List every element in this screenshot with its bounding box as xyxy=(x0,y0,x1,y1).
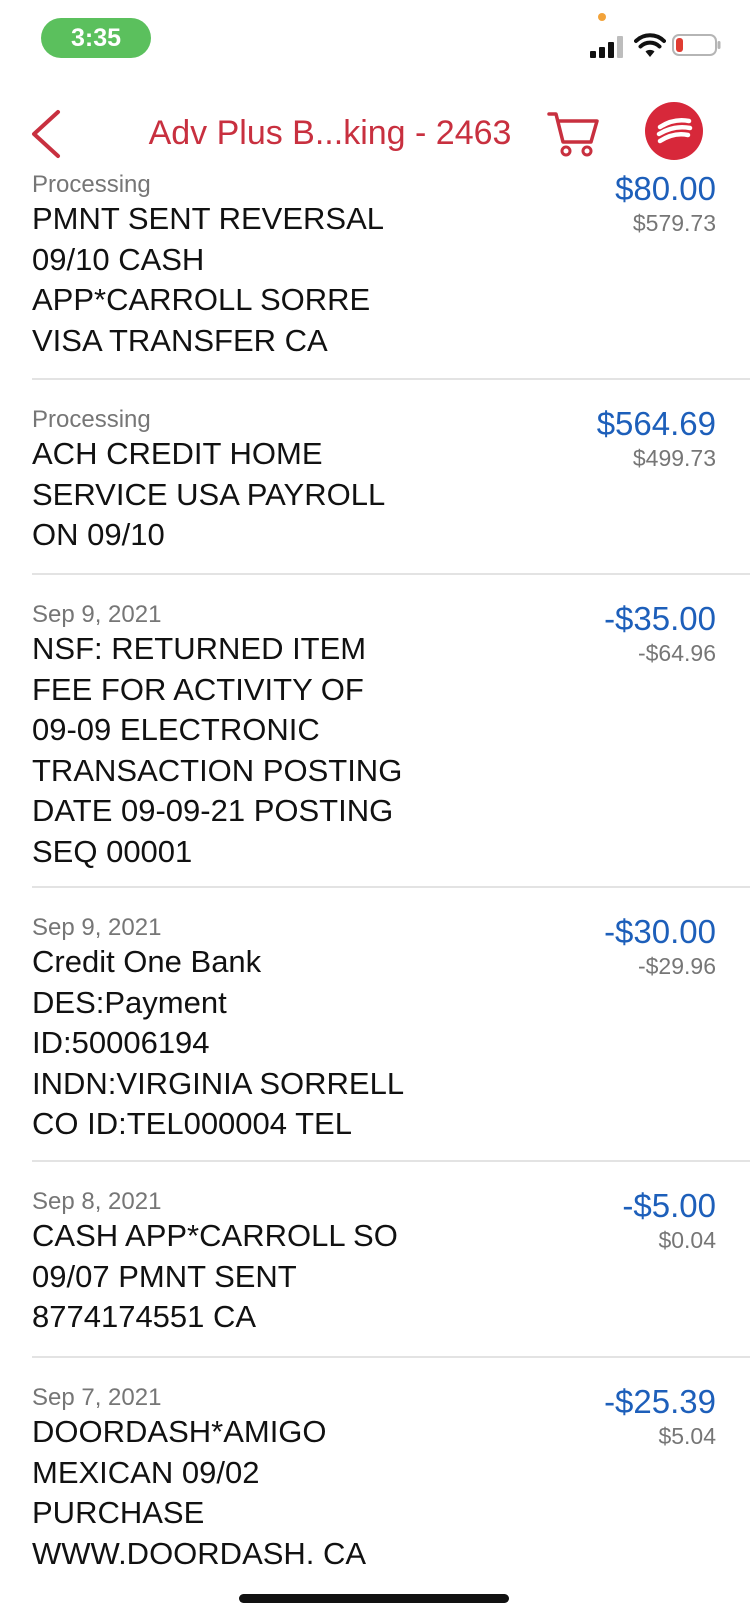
transaction-date: Processing xyxy=(32,406,151,433)
bank-of-america-flag-icon xyxy=(656,118,693,144)
transaction-amount: $80.00 xyxy=(615,170,716,207)
transaction-running-balance: $5.04 xyxy=(658,1423,716,1449)
transaction-date: Sep 8, 2021 xyxy=(32,1188,162,1215)
transaction-running-balance: -$64.96 xyxy=(637,640,716,666)
transaction-running-balance: $579.73 xyxy=(632,210,716,236)
chevron-left-icon[interactable] xyxy=(24,106,68,162)
privacy-indicator-dot xyxy=(598,13,606,21)
transaction-date: Sep 7, 2021 xyxy=(32,1384,162,1411)
transaction-date: Sep 9, 2021 xyxy=(32,914,162,941)
transaction-description: PMNT SENT REVERSAL 09/10 CASH APP*CARROL… xyxy=(32,201,385,358)
home-indicator[interactable] xyxy=(239,1594,509,1603)
transaction-row[interactable]: Sep 7, 2021 DOORDASH*AMIGO MEXICAN 09/02… xyxy=(32,1358,750,1598)
transaction-date: Processing xyxy=(32,171,151,198)
wifi-icon xyxy=(634,33,666,57)
transaction-amount: -$35.00 xyxy=(604,600,716,637)
bank-logo-button[interactable] xyxy=(645,102,703,160)
status-time[interactable]: 3:35 xyxy=(41,18,151,58)
transaction-amount: -$25.39 xyxy=(604,1383,716,1420)
nav-bar: Adv Plus B...king - 2463 xyxy=(0,90,750,176)
page-title: Adv Plus B...king - 2463 xyxy=(148,114,512,152)
transaction-row[interactable]: Processing ACH CREDIT HOME SERVICE USA P… xyxy=(32,380,750,575)
transaction-date: Sep 9, 2021 xyxy=(32,601,162,628)
transaction-description: ACH CREDIT HOME SERVICE USA PAYROLL ON 0… xyxy=(32,436,386,552)
status-bar: 3:35 xyxy=(0,0,750,80)
transaction-amount: -$30.00 xyxy=(604,913,716,950)
transaction-row[interactable]: Sep 9, 2021 Credit One Bank DES:Payment … xyxy=(32,888,750,1162)
transaction-running-balance: -$29.96 xyxy=(637,953,716,979)
transaction-row[interactable]: Processing PMNT SENT REVERSAL 09/10 CASH… xyxy=(32,170,750,380)
transaction-description: NSF: RETURNED ITEM FEE FOR ACTIVITY OF 0… xyxy=(32,631,403,869)
transaction-running-balance: $499.73 xyxy=(632,445,716,471)
transaction-running-balance: $0.04 xyxy=(658,1227,716,1253)
transaction-row[interactable]: Sep 8, 2021 CASH APP*CARROLL SO 09/07 PM… xyxy=(32,1162,750,1358)
transaction-amount: -$5.00 xyxy=(622,1187,716,1224)
transaction-description: CASH APP*CARROLL SO 09/07 PMNT SENT 8774… xyxy=(32,1218,398,1334)
shopping-cart-icon[interactable] xyxy=(546,108,600,158)
transaction-description: DOORDASH*AMIGO MEXICAN 09/02 PURCHASE WW… xyxy=(32,1414,367,1571)
transaction-description: Credit One Bank DES:Payment ID:50006194 … xyxy=(32,944,405,1141)
cellular-signal-icon xyxy=(590,36,623,58)
battery-icon xyxy=(672,34,721,56)
transaction-list: Processing PMNT SENT REVERSAL 09/10 CASH… xyxy=(0,170,750,1598)
transaction-amount: $564.69 xyxy=(596,405,716,442)
transaction-row[interactable]: Sep 9, 2021 NSF: RETURNED ITEM FEE FOR A… xyxy=(32,575,750,888)
